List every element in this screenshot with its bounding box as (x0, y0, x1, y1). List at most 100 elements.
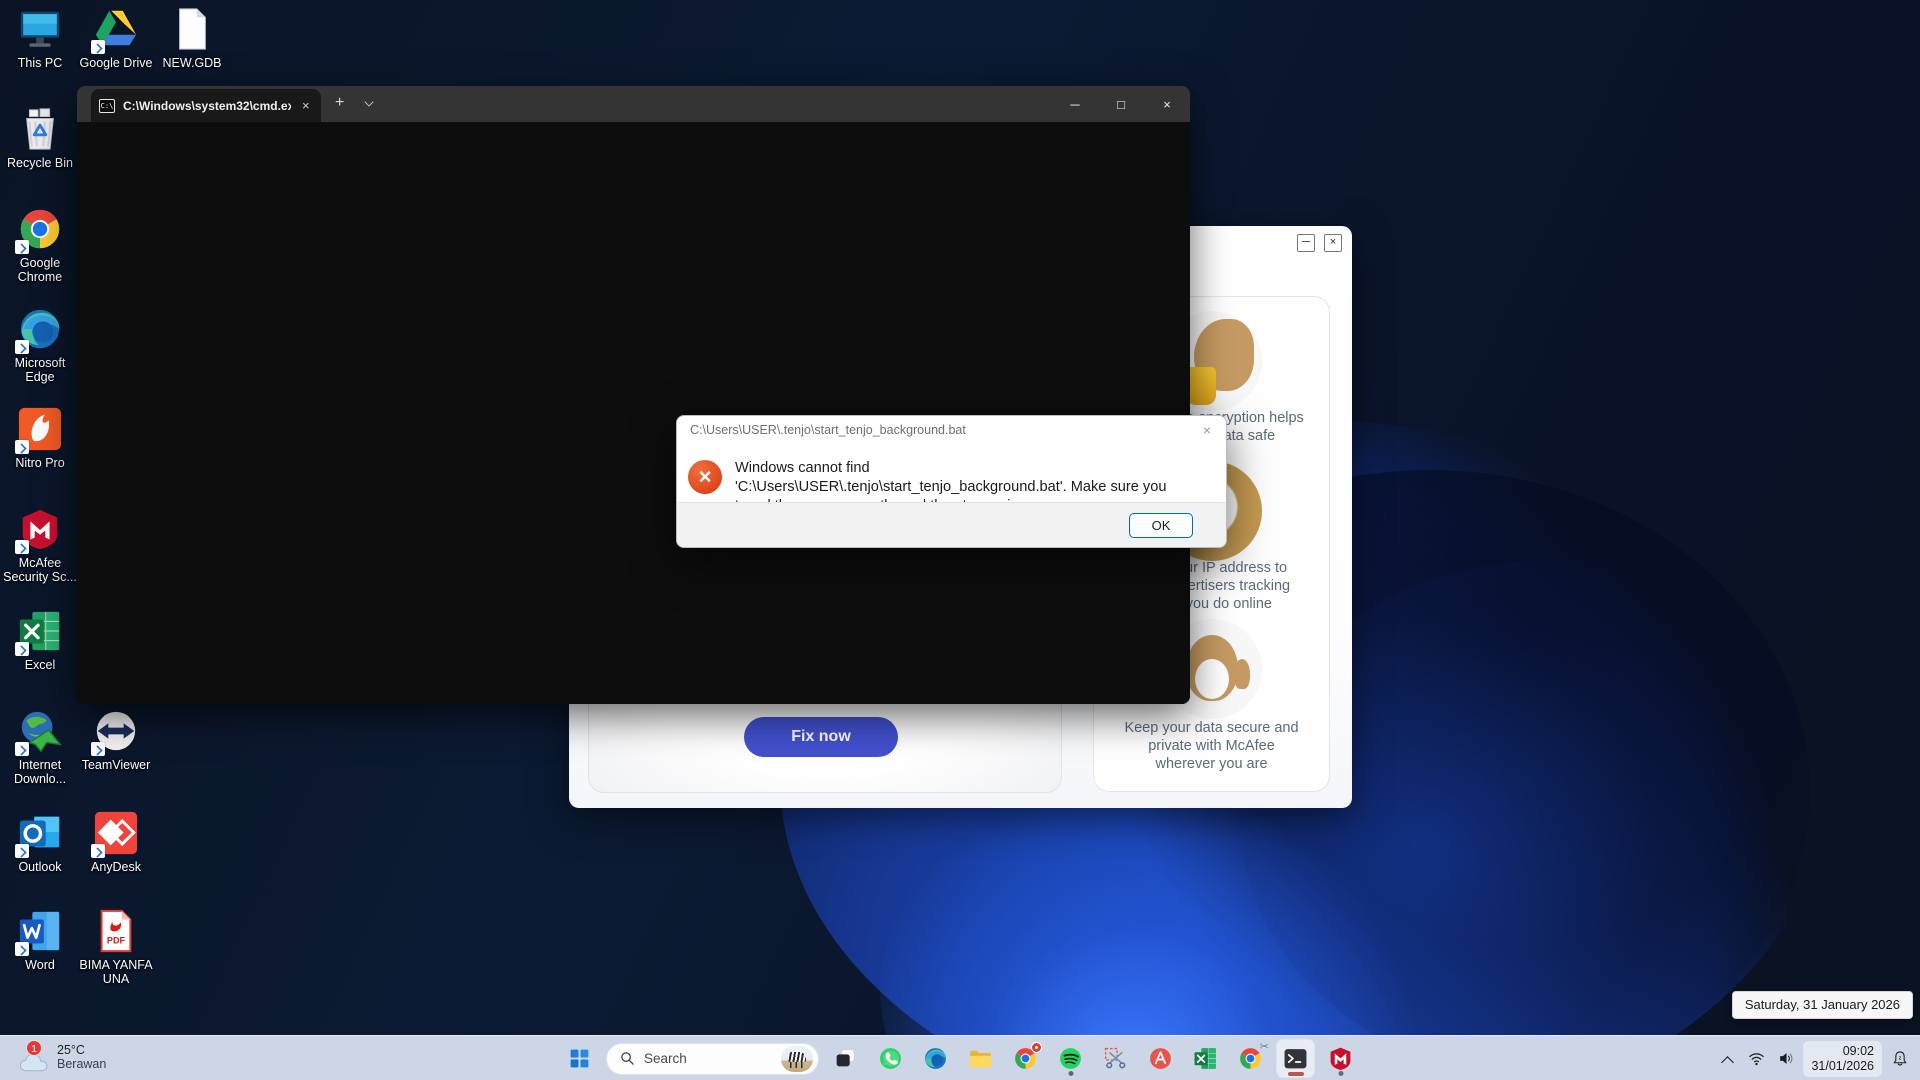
taskbar-icon-anydesk[interactable] (1142, 1040, 1179, 1077)
taskbar-icon-whatsapp[interactable] (872, 1040, 909, 1077)
taskbar-app-glyph (878, 1046, 903, 1071)
fix-now-button[interactable]: Fix now (744, 717, 898, 757)
taskbar-app-icons: ✂ (827, 1040, 1359, 1077)
start-button[interactable] (561, 1040, 598, 1077)
taskbar-icon-task-view[interactable] (827, 1040, 864, 1077)
shortcut-arrow-icon (15, 642, 29, 656)
taskbar-icon-mcafee[interactable] (1322, 1040, 1359, 1077)
active-window-indicator (1288, 1072, 1304, 1076)
error-dialog: C:\Users\USER\.tenjo\start_tenjo_backgro… (676, 415, 1227, 548)
desktop-icon-pc[interactable]: This PC (2, 6, 78, 70)
terminal-close-button[interactable]: × (1144, 86, 1190, 122)
error-dialog-close-icon[interactable]: × (1197, 420, 1217, 440)
desktop-icon-word[interactable]: Word (2, 908, 78, 972)
search-daily-image-zebra[interactable] (781, 1046, 813, 1072)
windows-logo-icon (567, 1046, 592, 1071)
weather-widget[interactable]: 1 25°C Berawan (12, 1040, 112, 1074)
app-icon (169, 6, 215, 52)
desktop-icon-chrome[interactable]: Google Chrome (2, 206, 78, 284)
desktop-icon-edge[interactable]: Microsoft Edge (2, 306, 78, 384)
shortcut-arrow-icon (15, 440, 29, 454)
error-dialog-footer: OK (677, 502, 1226, 547)
app-icon (93, 908, 139, 954)
clock[interactable]: 09:02 31/01/2026 (1803, 1041, 1882, 1077)
search-icon (619, 1050, 636, 1067)
desktop-icon-label: AnyDesk (78, 860, 154, 874)
taskbar-app-glyph (968, 1046, 993, 1071)
desktop-icon-excel[interactable]: Excel (2, 608, 78, 672)
svg-text:z: z (1899, 1055, 1902, 1061)
desktop-icon-drive[interactable]: Google Drive (78, 6, 154, 70)
bear-badge: M (1201, 667, 1223, 691)
desktop-icon-bin[interactable]: Recycle Bin (2, 106, 78, 170)
cmd-icon: C:\ (99, 99, 115, 113)
notification-bell-icon[interactable]: z (1886, 1044, 1914, 1074)
shortcut-arrow-icon (15, 742, 29, 756)
terminal-body[interactable] (77, 122, 1190, 704)
desktop-icon-label: Microsoft Edge (2, 356, 78, 384)
search-box[interactable] (606, 1043, 819, 1075)
cloud-icon: 1 (18, 1042, 52, 1072)
taskbar-app-glyph (923, 1046, 948, 1071)
desktop-icon-label: McAfee Security Sc... (2, 556, 78, 584)
desktop-icon-pdf[interactable]: BIMA YANFA UNA (78, 908, 154, 986)
desktop-icon-idm[interactable]: Internet Downlo... (2, 708, 78, 786)
taskbar-icon-spotify[interactable] (1052, 1040, 1089, 1077)
mcafee-close-button[interactable]: × (1324, 234, 1342, 252)
desktop-icon-label: NEW.GDB (154, 56, 230, 70)
taskbar-app-glyph (1193, 1046, 1218, 1071)
shortcut-arrow-icon (15, 942, 29, 956)
taskbar-app-glyph (1058, 1046, 1083, 1071)
desktop-icon-anydesk[interactable]: AnyDesk (78, 810, 154, 874)
scissors-overlay-icon: ✂ (1260, 1040, 1269, 1053)
tab-close-icon[interactable]: × (299, 98, 313, 113)
desktop-icon-outlook[interactable]: Outlook (2, 810, 78, 874)
terminal-titlebar[interactable]: C:\ C:\Windows\system32\cmd.exe × + ─ □ … (77, 86, 1190, 122)
desktop-icon-label: This PC (2, 56, 78, 70)
taskbar-app-glyph (1148, 1046, 1173, 1071)
taskbar-icon-snipping-tool[interactable] (1097, 1040, 1134, 1077)
terminal-maximize-button[interactable]: □ (1098, 86, 1144, 122)
taskbar: 1 25°C Berawan (0, 1035, 1920, 1080)
desktop-icon-tv[interactable]: TeamViewer (78, 708, 154, 772)
taskbar-icon-excel[interactable] (1187, 1040, 1224, 1077)
wifi-icon[interactable] (1743, 1044, 1769, 1074)
volume-icon[interactable] (1773, 1044, 1799, 1074)
hidden-icons-chevron[interactable] (1715, 1044, 1739, 1074)
terminal-tab[interactable]: C:\ C:\Windows\system32\cmd.exe × (91, 89, 321, 122)
weather-notification-badge: 1 (26, 1040, 42, 1056)
tab-dropdown-icon[interactable] (365, 98, 374, 107)
desktop-icon-label: Word (2, 958, 78, 972)
new-tab-button[interactable]: + (335, 94, 344, 112)
error-dialog-titlebar[interactable]: C:\Users\USER\.tenjo\start_tenjo_backgro… (677, 416, 1226, 444)
desktop-icon-nitro[interactable]: Nitro Pro (2, 406, 78, 470)
mcafee-minimize-button[interactable]: ─ (1297, 234, 1315, 252)
promo-text: Keep your data secure andprivate with Mc… (1094, 719, 1329, 773)
terminal-window: C:\ C:\Windows\system32\cmd.exe × + ─ □ … (77, 86, 1190, 704)
desktop-icon-label: Google Drive (78, 56, 154, 70)
app-icon (17, 6, 63, 52)
desktop-icon-label: Outlook (2, 860, 78, 874)
terminal-minimize-button[interactable]: ─ (1052, 86, 1098, 122)
desktop-icon-doc[interactable]: NEW.GDB (154, 6, 230, 70)
taskbar-icon-file-explorer[interactable] (962, 1040, 999, 1077)
search-input[interactable] (644, 1051, 773, 1066)
running-indicator-dot (1338, 1071, 1343, 1076)
ok-button[interactable]: OK (1129, 513, 1193, 538)
notification-badge (1031, 1042, 1042, 1053)
taskbar-icon-terminal[interactable] (1277, 1040, 1314, 1077)
running-indicator-dot (1068, 1071, 1073, 1076)
taskbar-app-glyph (1283, 1046, 1308, 1071)
shortcut-arrow-icon (15, 340, 29, 354)
system-tray: 09:02 31/01/2026 z (1715, 1036, 1914, 1080)
taskbar-icon-chrome[interactable] (1007, 1040, 1044, 1077)
desktop-icon-label: Nitro Pro (2, 456, 78, 470)
desktop-icon-label: BIMA YANFA UNA (78, 958, 154, 986)
desktop-screen: This PC Google Drive NEW.GDB Recycle Bin… (0, 0, 1920, 1080)
taskbar-icon-chrome-alt[interactable]: ✂ (1232, 1040, 1269, 1077)
taskbar-icon-edge[interactable] (917, 1040, 954, 1077)
desktop-icon-mcafee[interactable]: McAfee Security Sc... (2, 506, 78, 584)
date-tooltip: Saturday, 31 January 2026 (1732, 991, 1913, 1019)
taskbar-app-glyph (833, 1046, 858, 1071)
weather-temp: 25°C (57, 1043, 106, 1057)
